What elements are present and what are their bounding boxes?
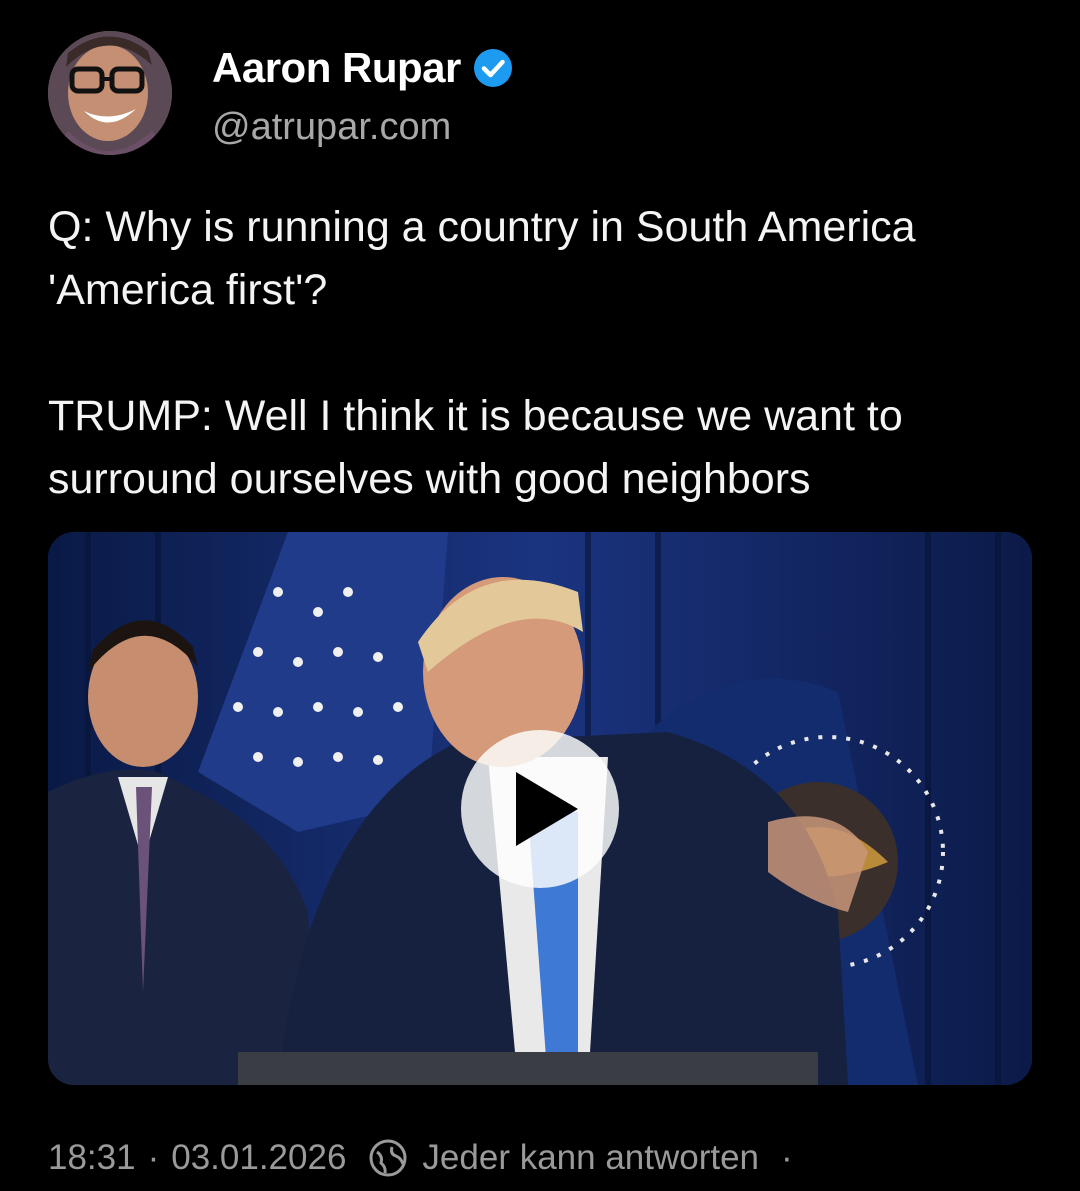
avatar[interactable] [48, 31, 172, 155]
verified-check-icon [473, 48, 513, 88]
author-name-row[interactable]: Aaron Rupar [212, 44, 513, 92]
post-text: Q: Why is running a country in South Ame… [48, 203, 916, 503]
reply-setting[interactable]: Jeder kann antworten [422, 1138, 759, 1178]
person-with-glasses-avatar [48, 31, 172, 155]
author-handle[interactable]: @atrupar.com [212, 106, 451, 149]
play-icon [516, 772, 578, 846]
trailing-dot: · [781, 1138, 793, 1177]
video-player[interactable] [48, 532, 1032, 1085]
separator-dot: · [147, 1138, 160, 1177]
author-name[interactable]: Aaron Rupar [212, 44, 461, 92]
play-button[interactable] [461, 730, 619, 888]
post-meta: 18:31 · 03.01.2026 Jeder kann antworten … [48, 1138, 793, 1178]
post-date[interactable]: 03.01.2026 [171, 1138, 346, 1178]
globe-reply-icon [368, 1138, 408, 1178]
post-time[interactable]: 18:31 [48, 1138, 136, 1178]
